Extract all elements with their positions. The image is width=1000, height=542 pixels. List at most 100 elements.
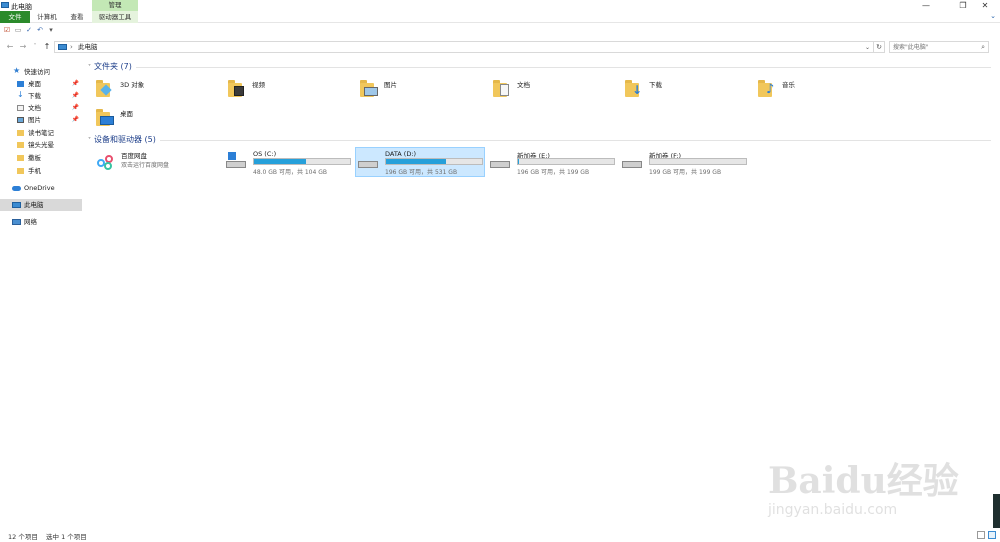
tab-computer[interactable]: 计算机: [33, 11, 61, 23]
sidebar-item-reading-notes[interactable]: 读书笔记: [0, 127, 82, 139]
navigation-pane: ★ 快速访问 桌面 📌 ↓ 下载 📌 文档 📌 图片 📌 读书笔记 镜头光晕 撒…: [0, 64, 82, 524]
folder-label: 音乐: [782, 81, 795, 89]
up-arrow-icon[interactable]: ↑: [42, 42, 52, 52]
breadcrumb-this-pc[interactable]: 此电脑: [78, 42, 98, 53]
folder-icon: [17, 142, 24, 148]
ribbon-collapse-icon[interactable]: ⌄: [990, 12, 996, 20]
properties-icon[interactable]: ☑: [3, 26, 11, 34]
large-icons-view-icon[interactable]: [988, 531, 996, 539]
collapse-chevron-icon[interactable]: ˅: [88, 137, 91, 144]
pin-icon[interactable]: 📌: [72, 78, 79, 90]
drive-name: 百度网盘: [121, 152, 147, 160]
drive-usage-fill: [386, 159, 447, 164]
folder-3d-objects[interactable]: 3D 对象: [96, 78, 216, 104]
folder-desktop[interactable]: 桌面: [96, 107, 216, 133]
download-arrow-icon: ↓: [17, 90, 24, 99]
computer-icon: [12, 202, 21, 208]
search-input[interactable]: [890, 42, 974, 52]
folder-label: 视频: [252, 81, 265, 89]
folder-documents[interactable]: 文档: [493, 78, 613, 104]
sidebar-item-downloads[interactable]: ↓ 下载 📌: [0, 90, 82, 102]
recent-chevron-icon[interactable]: ˅: [30, 42, 40, 52]
drive-space-info: 199 GB 可用，共 199 GB: [649, 169, 722, 176]
sidebar-item-label: 撒板: [28, 154, 41, 162]
drive-baidu-netdisk[interactable]: 百度网盘 双击运行百度网盘: [94, 148, 224, 178]
undo-check-icon[interactable]: ✓: [25, 26, 33, 34]
sidebar-item-phone[interactable]: 手机: [0, 165, 82, 177]
music-folder-icon: ♪: [758, 78, 776, 98]
network-icon: [12, 219, 21, 225]
sidebar-item-onedrive[interactable]: OneDrive: [0, 182, 82, 194]
folders-section-header[interactable]: ˅ 文件夹 (7): [88, 61, 132, 72]
sidebar-item-label: 快速访问: [24, 68, 50, 76]
pin-icon[interactable]: 📌: [72, 90, 79, 102]
downloads-folder-icon: ↓: [625, 78, 643, 98]
tab-file[interactable]: 文件: [0, 11, 30, 23]
sidebar-item-quick-access[interactable]: ★ 快速访问: [0, 66, 82, 78]
pictures-folder-icon: [360, 78, 378, 98]
tab-drive-tools[interactable]: 驱动器工具: [92, 11, 138, 23]
collapse-chevron-icon[interactable]: ˅: [88, 64, 91, 71]
manage-context-tab[interactable]: 管理: [92, 0, 138, 11]
pin-icon[interactable]: 📌: [72, 102, 79, 114]
sidebar-item-label: 文档: [28, 104, 41, 112]
folder-music[interactable]: ♪ 音乐: [758, 78, 878, 104]
folder-downloads[interactable]: ↓ 下载: [625, 78, 745, 104]
drive-usage-bar: [253, 158, 351, 165]
drive-usage-bar: [649, 158, 747, 165]
3d-objects-folder-icon: [96, 78, 114, 98]
sidebar-item-documents[interactable]: 文档 📌: [0, 102, 82, 114]
baidu-jingyan-watermark: Baidu经验 jingyan.baidu.com: [760, 432, 960, 522]
close-button[interactable]: ✕: [970, 0, 1000, 11]
search-icon[interactable]: ⌕: [981, 42, 985, 53]
pin-icon[interactable]: 📌: [72, 114, 79, 126]
section-divider: [160, 140, 991, 141]
address-dropdown-icon[interactable]: ⌄: [865, 42, 870, 53]
sidebar-item-desktop[interactable]: 桌面 📌: [0, 78, 82, 90]
folder-label: 桌面: [120, 110, 133, 118]
details-view-icon[interactable]: [977, 531, 985, 539]
computer-icon: [1, 2, 9, 8]
sidebar-item-network[interactable]: 网络: [0, 216, 82, 228]
tab-view[interactable]: 查看: [64, 11, 90, 23]
search-box[interactable]: ⌕: [889, 41, 989, 53]
drive-e[interactable]: 新加卷 (E:) 196 GB 可用，共 199 GB: [488, 148, 618, 178]
cloud-icon: [12, 186, 21, 191]
sidebar-item-label: 图片: [28, 116, 41, 124]
forward-arrow-icon[interactable]: →: [18, 42, 28, 52]
sidebar-item-pictures[interactable]: 图片 📌: [0, 114, 82, 126]
item-count: 12 个项目: [8, 533, 38, 541]
sidebar-item-label: 手机: [28, 167, 41, 175]
folder-pictures[interactable]: 图片: [360, 78, 480, 104]
selected-count: 选中 1 个项目: [46, 533, 87, 541]
address-bar[interactable]: › 此电脑 ⌄: [54, 41, 874, 53]
drive-space-info: 48.0 GB 可用，共 104 GB: [253, 169, 327, 176]
undo-icon[interactable]: ↶: [36, 26, 44, 34]
new-folder-icon[interactable]: ▭: [14, 26, 22, 34]
breadcrumb-separator[interactable]: ›: [70, 42, 73, 53]
folder-icon: [17, 155, 24, 161]
ribbon-tabs: 文件 计算机 查看 驱动器工具 ⌄: [0, 11, 1000, 23]
drive-space-info: 196 GB 可用，共 531 GB: [385, 169, 458, 176]
title-bar: 此电脑 管理 — ❐ ✕: [0, 0, 1000, 11]
refresh-button[interactable]: ↻: [874, 41, 885, 53]
folder-icon: [17, 130, 24, 136]
sidebar-item-board[interactable]: 撒板: [0, 152, 82, 164]
devices-section-header[interactable]: ˅ 设备和驱动器 (5): [88, 134, 156, 145]
address-row: ← → ˅ ↑ › 此电脑 ⌄ ↻ ⌕: [0, 40, 1000, 55]
drive-f[interactable]: 新加卷 (F:) 199 GB 可用，共 199 GB: [620, 148, 750, 178]
drive-subtitle: 双击运行百度网盘: [121, 162, 170, 169]
drive-d[interactable]: DATA (D:) 196 GB 可用，共 531 GB: [355, 147, 485, 177]
video-folder-icon: [228, 78, 246, 98]
folder-videos[interactable]: 视频: [228, 78, 348, 104]
sidebar-item-lens-flare[interactable]: 镜头光晕: [0, 139, 82, 151]
drive-usage-bar: [517, 158, 615, 165]
back-arrow-icon[interactable]: ←: [5, 42, 15, 52]
drive-c[interactable]: OS (C:) 48.0 GB 可用，共 104 GB: [224, 148, 354, 178]
sidebar-item-label: 网络: [24, 218, 37, 226]
customize-toolbar-icon[interactable]: ▾: [47, 26, 55, 34]
minimize-button[interactable]: —: [911, 0, 941, 11]
sidebar-item-this-pc[interactable]: 此电脑: [0, 199, 82, 211]
drive-usage-fill: [518, 159, 520, 164]
folder-label: 文档: [517, 81, 530, 89]
